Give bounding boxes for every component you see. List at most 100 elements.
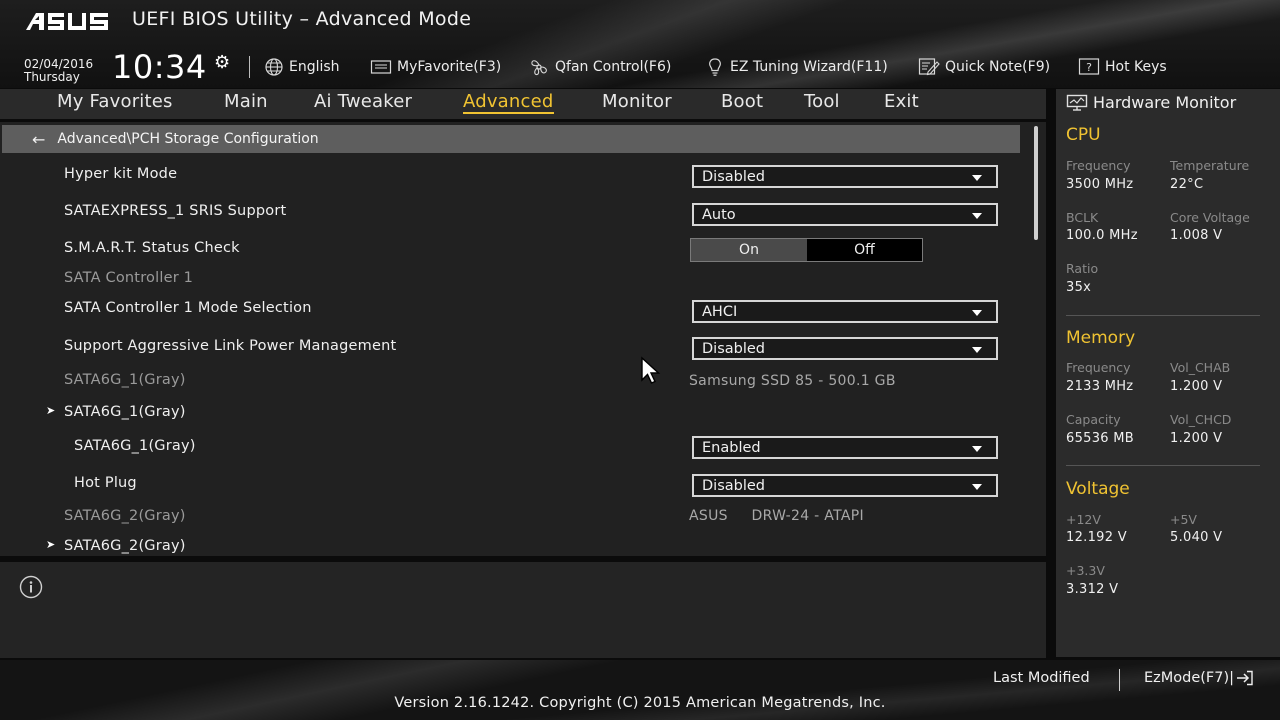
hot-plug-select[interactable]: Disabled — [692, 474, 998, 497]
note-icon — [918, 58, 940, 76]
v5-label: +5V — [1170, 512, 1197, 527]
qfan-control-button[interactable]: Qfan Control(F6) — [528, 56, 671, 78]
hot-keys-label: Hot Keys — [1105, 59, 1167, 75]
sata6g2-info-label: SATA6G_2(Gray) — [64, 508, 186, 524]
sata6g1-submenu[interactable]: ➤ SATA6G_1(Gray) — [46, 404, 186, 420]
sata6g1-enable-select[interactable]: Enabled — [692, 436, 998, 459]
myfavorite-button[interactable]: MyFavorite(F3) — [370, 56, 501, 78]
vol-chcd-value: 1.200 V — [1170, 431, 1223, 446]
tab-main[interactable]: Main — [224, 91, 268, 112]
hardware-monitor-panel: Hardware Monitor CPU Frequency Temperatu… — [1056, 89, 1280, 657]
clock-time: 10:34 — [112, 48, 207, 86]
v12-label: +12V — [1066, 512, 1101, 527]
cpu-frequency-label: Frequency — [1066, 158, 1131, 173]
back-arrow-icon[interactable]: ← — [32, 130, 45, 149]
chevron-down-icon — [972, 484, 982, 490]
tab-boot[interactable]: Boot — [721, 91, 763, 112]
hardware-monitor-label: Hardware Monitor — [1093, 93, 1237, 112]
breadcrumb: ← Advanced\PCH Storage Configuration — [2, 125, 1020, 153]
bottom-bar: Last Modified EzMode(F7)| Version 2.16.1… — [0, 660, 1280, 720]
language-button[interactable]: English — [264, 56, 340, 78]
tab-advanced[interactable]: Advanced — [463, 91, 554, 114]
tab-ai-tweaker[interactable]: Ai Tweaker — [314, 91, 412, 112]
footer-divider — [1119, 669, 1120, 691]
hw-divider — [1066, 465, 1260, 466]
sata6g1-enable-label[interactable]: SATA6G_1(Gray) — [74, 438, 196, 454]
cpu-section-title: CPU — [1066, 125, 1101, 145]
v33-label: +3.3V — [1066, 563, 1105, 578]
toggle-on-option[interactable]: On — [691, 239, 807, 261]
memory-frequency-label: Frequency — [1066, 360, 1131, 375]
cpu-frequency-value: 3500 MHz — [1066, 177, 1134, 192]
qfan-label: Qfan Control(F6) — [555, 59, 672, 75]
help-icon: ? — [1078, 58, 1100, 75]
sata6g2-submenu-label: SATA6G_2(Gray) — [64, 538, 186, 554]
settings-panel: ← Advanced\PCH Storage Configuration Hyp… — [0, 122, 1046, 556]
hyper-kit-mode-label[interactable]: Hyper kit Mode — [64, 166, 177, 182]
hot-plug-label[interactable]: Hot Plug — [74, 475, 137, 491]
submenu-arrow-icon: ➤ — [46, 538, 56, 551]
v33-value: 3.312 V — [1066, 582, 1119, 597]
hot-plug-value: Disabled — [702, 477, 765, 494]
hardware-monitor-title: Hardware Monitor — [1066, 93, 1236, 112]
sataexpress-sris-label[interactable]: SATAEXPRESS_1 SRIS Support — [64, 203, 286, 219]
tab-my-favorites[interactable]: My Favorites — [57, 91, 173, 112]
chevron-down-icon — [972, 347, 982, 353]
ezmode-button[interactable]: EzMode(F7)| — [1144, 670, 1254, 686]
tab-monitor[interactable]: Monitor — [602, 91, 672, 112]
hot-keys-button[interactable]: ? Hot Keys — [1078, 56, 1167, 78]
breadcrumb-path: Advanced\PCH Storage Configuration — [57, 131, 319, 147]
scrollbar[interactable] — [1034, 126, 1038, 240]
sata6g1-info-label: SATA6G_1(Gray) — [64, 372, 186, 388]
capacity-value: 65536 MB — [1066, 431, 1135, 446]
hyper-kit-mode-select[interactable]: Disabled — [692, 165, 998, 188]
chevron-down-icon — [972, 175, 982, 181]
top-header: UEFI BIOS Utility – Advanced Mode 02/04/… — [0, 0, 1280, 88]
cpu-temperature-label: Temperature — [1170, 158, 1250, 173]
tab-tool[interactable]: Tool — [804, 91, 840, 112]
capacity-label: Capacity — [1066, 412, 1121, 427]
chevron-down-icon — [972, 310, 982, 316]
svg-text:?: ? — [1086, 61, 1092, 74]
sataexpress-sris-select[interactable]: Auto — [692, 203, 998, 226]
v12-value: 12.192 V — [1066, 530, 1127, 545]
smart-status-check-label[interactable]: S.M.A.R.T. Status Check — [64, 240, 240, 256]
asus-logo — [26, 13, 108, 30]
sataexpress-sris-value: Auto — [702, 206, 736, 223]
myfavorite-label: MyFavorite(F3) — [397, 59, 502, 75]
vol-chab-label: Vol_CHAB — [1170, 360, 1231, 375]
sata6g1-device-value: Samsung SSD 85 - 500.1 GB — [689, 373, 896, 389]
monitor-icon — [1066, 94, 1088, 111]
alpm-label[interactable]: Support Aggressive Link Power Management — [64, 338, 396, 354]
exit-arrow-icon — [1237, 670, 1253, 686]
memory-frequency-value: 2133 MHz — [1066, 379, 1134, 394]
quick-note-label: Quick Note(F9) — [945, 59, 1051, 75]
sata-mode-select[interactable]: AHCI — [692, 300, 998, 323]
bclk-label: BCLK — [1066, 210, 1099, 225]
date-display: 02/04/2016 Thursday — [24, 58, 93, 84]
lightbulb-icon — [709, 58, 721, 76]
help-description-panel — [0, 562, 1046, 658]
ezmode-label: EzMode(F7)| — [1144, 670, 1235, 686]
submenu-arrow-icon: ➤ — [46, 404, 56, 417]
ez-tuning-wizard-button[interactable]: EZ Tuning Wizard(F11) — [705, 56, 888, 78]
tab-exit[interactable]: Exit — [884, 91, 919, 112]
hw-divider — [1066, 315, 1260, 316]
language-label: English — [289, 59, 340, 75]
clock-settings-gear-icon[interactable]: ⚙ — [214, 52, 230, 73]
main-tabs: My Favorites Main Ai Tweaker Advanced Mo… — [0, 89, 1046, 119]
quick-note-button[interactable]: Quick Note(F9) — [918, 56, 1050, 78]
alpm-select[interactable]: Disabled — [692, 337, 998, 360]
vol-chab-value: 1.200 V — [1170, 379, 1223, 394]
hyper-kit-mode-value: Disabled — [702, 168, 765, 185]
last-modified-button[interactable]: Last Modified — [993, 670, 1090, 686]
sata-mode-selection-label[interactable]: SATA Controller 1 Mode Selection — [64, 300, 312, 316]
chevron-down-icon — [972, 446, 982, 452]
ratio-value: 35x — [1066, 280, 1092, 295]
v5-value: 5.040 V — [1170, 530, 1223, 545]
header-divider — [249, 56, 250, 78]
sata6g2-submenu[interactable]: ➤ SATA6G_2(Gray) — [46, 538, 186, 554]
toggle-off-option[interactable]: Off — [807, 239, 922, 261]
smart-status-toggle[interactable]: On Off — [690, 238, 923, 262]
alpm-value: Disabled — [702, 340, 765, 357]
